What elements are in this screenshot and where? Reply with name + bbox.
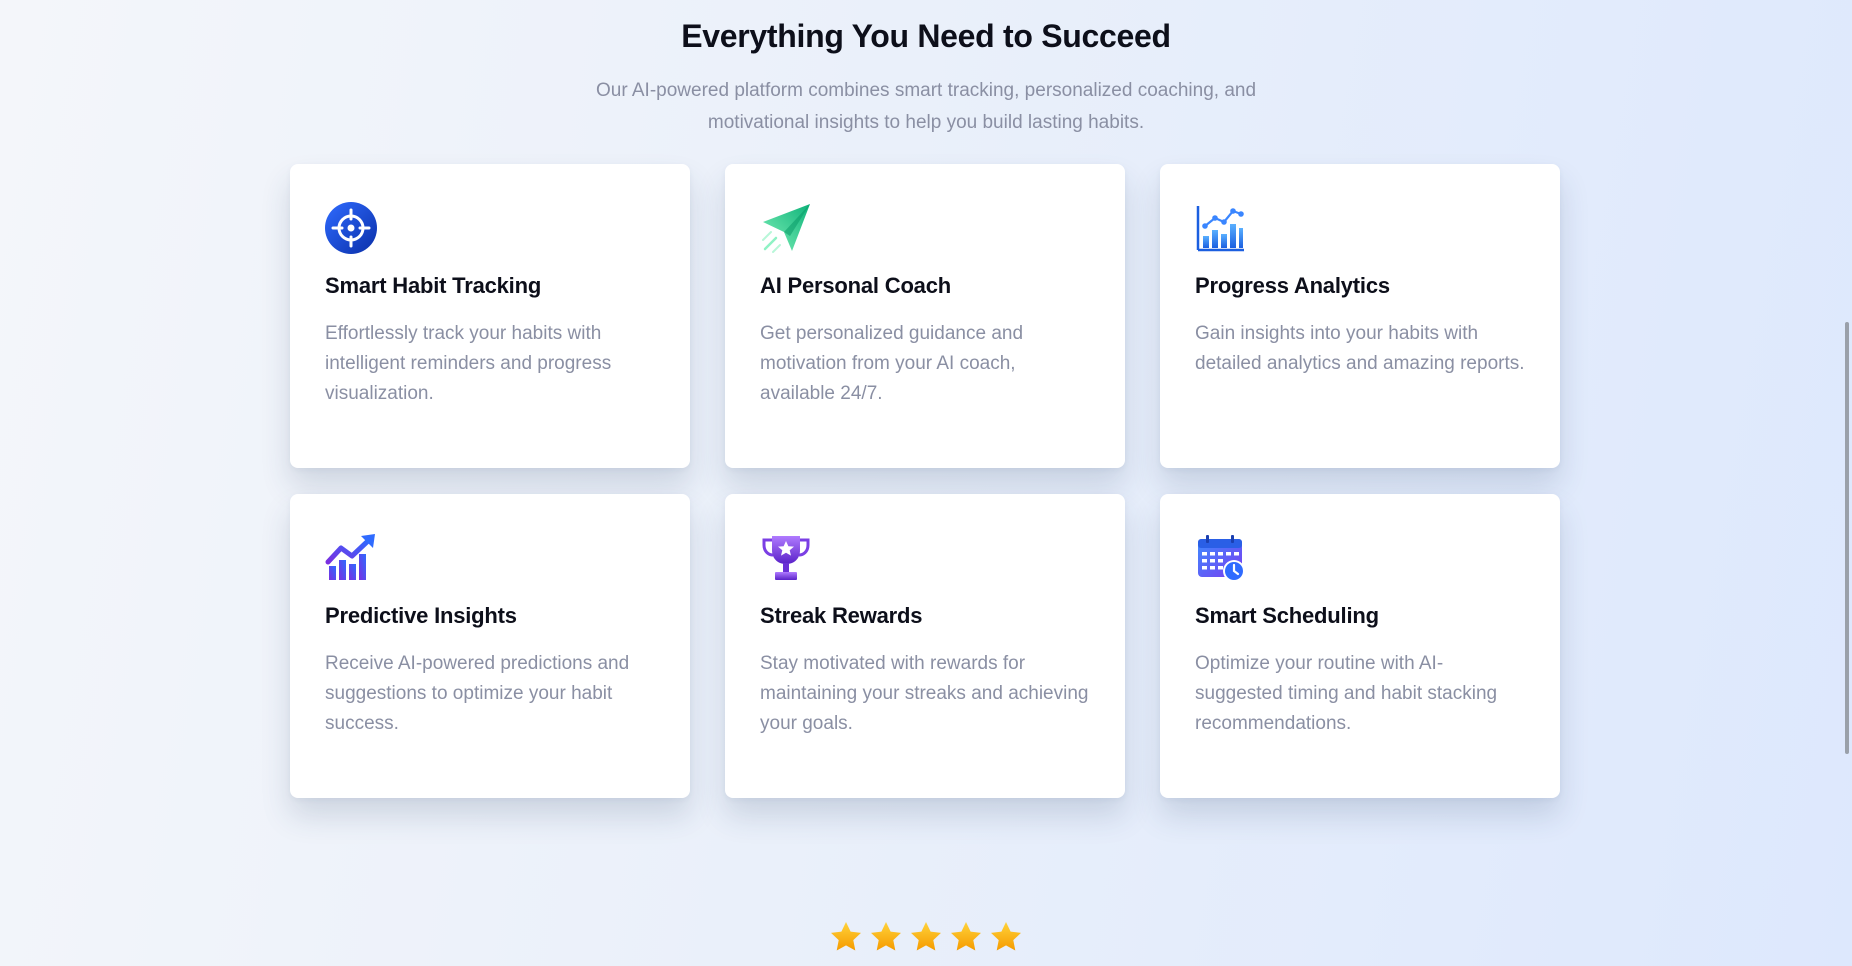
feature-description: Stay motivated with rewards for maintain… bbox=[760, 653, 1089, 734]
feature-card-smart-scheduling: Smart Scheduling Optimize your routine w… bbox=[1160, 494, 1560, 798]
feature-card-ai-personal-coach: AI Personal Coach Get personalized guida… bbox=[725, 164, 1125, 468]
page-scrollbar[interactable] bbox=[1838, 0, 1852, 966]
feature-description: Gain insights into your habits with deta… bbox=[1195, 323, 1525, 374]
trophy-icon bbox=[760, 532, 812, 584]
crosshair-target-icon bbox=[325, 202, 377, 254]
scrollbar-thumb[interactable] bbox=[1845, 322, 1849, 754]
feature-card-streak-rewards: Streak Rewards Stay motivated with rewar… bbox=[725, 494, 1125, 798]
analytics-chart-icon bbox=[1195, 202, 1247, 254]
paper-plane-icon bbox=[760, 202, 812, 254]
star-icon bbox=[909, 920, 943, 954]
feature-card-predictive-insights: Predictive Insights Receive AI-powered p… bbox=[290, 494, 690, 798]
feature-title: Progress Analytics bbox=[1195, 273, 1390, 298]
feature-description: Receive AI-powered predictions and sugge… bbox=[325, 653, 630, 734]
star-icon bbox=[949, 920, 983, 954]
feature-description: Optimize your routine with AI-suggested … bbox=[1195, 653, 1498, 734]
star-icon bbox=[869, 920, 903, 954]
section-subtitle: Our AI-powered platform combines smart t… bbox=[595, 80, 1257, 133]
feature-title: Predictive Insights bbox=[325, 603, 517, 628]
feature-title: Smart Scheduling bbox=[1195, 603, 1379, 628]
features-grid: Smart Habit Tracking Effortlessly track … bbox=[290, 164, 1560, 798]
rating-stars bbox=[0, 920, 1852, 954]
trending-up-chart-icon bbox=[325, 532, 377, 584]
feature-description: Effortlessly track your habits with inte… bbox=[325, 323, 612, 404]
feature-description: Get personalized guidance and motivation… bbox=[760, 323, 1024, 404]
calendar-clock-icon bbox=[1195, 532, 1247, 584]
feature-title: Streak Rewards bbox=[760, 603, 923, 628]
star-icon bbox=[829, 920, 863, 954]
feature-card-smart-habit-tracking: Smart Habit Tracking Effortlessly track … bbox=[290, 164, 690, 468]
feature-title: Smart Habit Tracking bbox=[325, 273, 542, 298]
section-title: Everything You Need to Succeed bbox=[681, 18, 1171, 54]
feature-title: AI Personal Coach bbox=[760, 273, 951, 298]
features-section: Everything You Need to Succeed Our AI-po… bbox=[0, 0, 1852, 966]
star-icon bbox=[989, 920, 1023, 954]
feature-card-progress-analytics: Progress Analytics Gain insights into yo… bbox=[1160, 164, 1560, 468]
